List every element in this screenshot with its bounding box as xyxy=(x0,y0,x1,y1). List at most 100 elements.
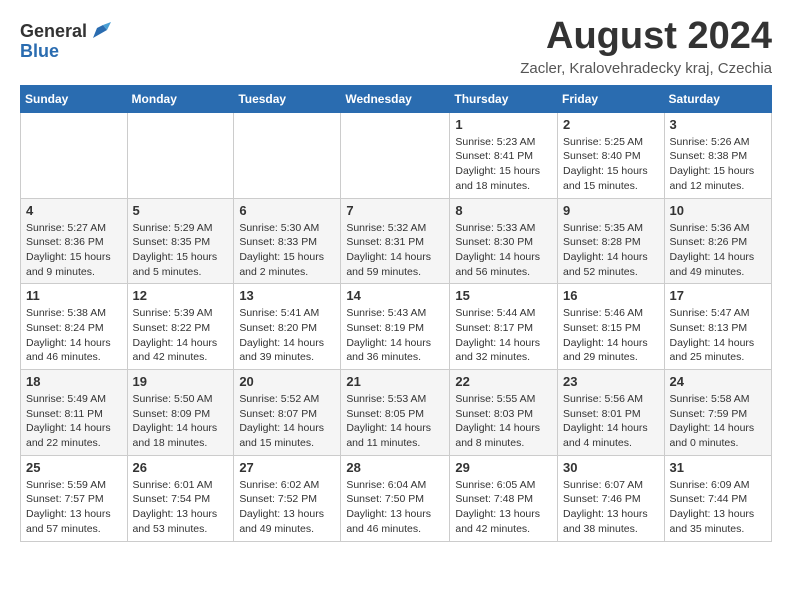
day-number: 22 xyxy=(455,374,552,389)
day-number: 16 xyxy=(563,288,659,303)
calendar-cell xyxy=(127,112,234,198)
calendar-cell: 2 Sunrise: 5:25 AMSunset: 8:40 PMDaylight… xyxy=(558,112,665,198)
day-number: 17 xyxy=(670,288,766,303)
calendar-cell: 12 Sunrise: 5:39 AMSunset: 8:22 PMDayligh… xyxy=(127,284,234,370)
day-info: Sunrise: 5:38 AMSunset: 8:24 PMDaylight:… xyxy=(26,306,122,365)
calendar-cell: 23 Sunrise: 5:56 AMSunset: 8:01 PMDayligh… xyxy=(558,370,665,456)
day-info: Sunrise: 5:46 AMSunset: 8:15 PMDaylight:… xyxy=(563,306,659,365)
page-header: General Blue August 2024 Zacler, Kralove… xyxy=(20,16,772,77)
day-info: Sunrise: 5:25 AMSunset: 8:40 PMDaylight:… xyxy=(563,135,659,194)
calendar-cell: 31Sunrise: 6:09 AMSunset: 7:44 PMDayligh… xyxy=(664,455,771,541)
day-info: Sunrise: 5:23 AMSunset: 8:41 PMDaylight:… xyxy=(455,135,552,194)
calendar-cell: 26 Sunrise: 6:01 AMSunset: 7:54 PMDayligh… xyxy=(127,455,234,541)
day-info: Sunrise: 5:27 AMSunset: 8:36 PMDaylight:… xyxy=(26,221,122,280)
day-number: 25 xyxy=(26,460,122,475)
day-info: Sunrise: 5:44 AMSunset: 8:17 PMDaylight:… xyxy=(455,306,552,365)
calendar-cell: 28Sunrise: 6:04 AMSunset: 7:50 PMDayligh… xyxy=(341,455,450,541)
calendar-cell: 19 Sunrise: 5:50 AMSunset: 8:09 PMDayligh… xyxy=(127,370,234,456)
day-info: Sunrise: 5:56 AMSunset: 8:01 PMDaylight:… xyxy=(563,392,659,451)
calendar-cell: 15 Sunrise: 5:44 AMSunset: 8:17 PMDayligh… xyxy=(450,284,558,370)
day-info: Sunrise: 6:07 AMSunset: 7:46 PMDaylight:… xyxy=(563,478,659,537)
day-info: Sunrise: 5:41 AMSunset: 8:20 PMDaylight:… xyxy=(239,306,335,365)
calendar-cell: 29 Sunrise: 6:05 AMSunset: 7:48 PMDayligh… xyxy=(450,455,558,541)
day-info: Sunrise: 5:58 AMSunset: 7:59 PMDaylight:… xyxy=(670,392,766,451)
day-info: Sunrise: 5:26 AMSunset: 8:38 PMDaylight:… xyxy=(670,135,766,194)
day-number: 29 xyxy=(455,460,552,475)
calendar-week-row: 11 Sunrise: 5:38 AMSunset: 8:24 PMDayligh… xyxy=(21,284,772,370)
calendar-week-row: 4Sunrise: 5:27 AMSunset: 8:36 PMDaylight… xyxy=(21,198,772,284)
day-number: 19 xyxy=(133,374,229,389)
day-number: 31 xyxy=(670,460,766,475)
calendar-week-row: 25 Sunrise: 5:59 AMSunset: 7:57 PMDayligh… xyxy=(21,455,772,541)
calendar-cell xyxy=(341,112,450,198)
calendar-cell: 10Sunrise: 5:36 AMSunset: 8:26 PMDayligh… xyxy=(664,198,771,284)
day-number: 26 xyxy=(133,460,229,475)
day-number: 23 xyxy=(563,374,659,389)
day-info: Sunrise: 6:01 AMSunset: 7:54 PMDaylight:… xyxy=(133,478,229,537)
day-number: 24 xyxy=(670,374,766,389)
calendar-cell xyxy=(234,112,341,198)
day-number: 9 xyxy=(563,203,659,218)
calendar-cell: 8 Sunrise: 5:33 AMSunset: 8:30 PMDaylight… xyxy=(450,198,558,284)
day-number: 11 xyxy=(26,288,122,303)
logo-general-text: General xyxy=(20,22,87,40)
logo: General Blue xyxy=(20,20,111,62)
day-number: 13 xyxy=(239,288,335,303)
calendar-cell: 27 Sunrise: 6:02 AMSunset: 7:52 PMDayligh… xyxy=(234,455,341,541)
logo-blue-text: Blue xyxy=(20,41,59,61)
calendar-cell: 16 Sunrise: 5:46 AMSunset: 8:15 PMDayligh… xyxy=(558,284,665,370)
weekday-header-monday: Monday xyxy=(127,85,234,112)
day-number: 20 xyxy=(239,374,335,389)
calendar-cell: 6Sunrise: 5:30 AMSunset: 8:33 PMDaylight… xyxy=(234,198,341,284)
day-number: 18 xyxy=(26,374,122,389)
calendar-cell: 21Sunrise: 5:53 AMSunset: 8:05 PMDayligh… xyxy=(341,370,450,456)
day-info: Sunrise: 5:32 AMSunset: 8:31 PMDaylight:… xyxy=(346,221,444,280)
day-info: Sunrise: 6:05 AMSunset: 7:48 PMDaylight:… xyxy=(455,478,552,537)
calendar-week-row: 1 Sunrise: 5:23 AMSunset: 8:41 PMDaylight… xyxy=(21,112,772,198)
calendar-cell: 20 Sunrise: 5:52 AMSunset: 8:07 PMDayligh… xyxy=(234,370,341,456)
day-number: 7 xyxy=(346,203,444,218)
calendar-cell: 17 Sunrise: 5:47 AMSunset: 8:13 PMDayligh… xyxy=(664,284,771,370)
calendar-cell: 22 Sunrise: 5:55 AMSunset: 8:03 PMDayligh… xyxy=(450,370,558,456)
day-info: Sunrise: 5:55 AMSunset: 8:03 PMDaylight:… xyxy=(455,392,552,451)
day-number: 3 xyxy=(670,117,766,132)
calendar-cell: 3 Sunrise: 5:26 AMSunset: 8:38 PMDaylight… xyxy=(664,112,771,198)
calendar-cell: 25 Sunrise: 5:59 AMSunset: 7:57 PMDayligh… xyxy=(21,455,128,541)
calendar-cell: 7 Sunrise: 5:32 AMSunset: 8:31 PMDaylight… xyxy=(341,198,450,284)
calendar-cell: 11 Sunrise: 5:38 AMSunset: 8:24 PMDayligh… xyxy=(21,284,128,370)
day-number: 12 xyxy=(133,288,229,303)
day-number: 30 xyxy=(563,460,659,475)
weekday-header-row: SundayMondayTuesdayWednesdayThursdayFrid… xyxy=(21,85,772,112)
day-number: 27 xyxy=(239,460,335,475)
day-number: 15 xyxy=(455,288,552,303)
day-info: Sunrise: 6:02 AMSunset: 7:52 PMDaylight:… xyxy=(239,478,335,537)
calendar-cell: 14Sunrise: 5:43 AMSunset: 8:19 PMDayligh… xyxy=(341,284,450,370)
calendar-cell: 9 Sunrise: 5:35 AMSunset: 8:28 PMDaylight… xyxy=(558,198,665,284)
weekday-header-saturday: Saturday xyxy=(664,85,771,112)
weekday-header-thursday: Thursday xyxy=(450,85,558,112)
day-number: 2 xyxy=(563,117,659,132)
weekday-header-wednesday: Wednesday xyxy=(341,85,450,112)
day-info: Sunrise: 5:50 AMSunset: 8:09 PMDaylight:… xyxy=(133,392,229,451)
day-info: Sunrise: 5:47 AMSunset: 8:13 PMDaylight:… xyxy=(670,306,766,365)
day-number: 1 xyxy=(455,117,552,132)
day-info: Sunrise: 5:52 AMSunset: 8:07 PMDaylight:… xyxy=(239,392,335,451)
day-info: Sunrise: 5:29 AMSunset: 8:35 PMDaylight:… xyxy=(133,221,229,280)
day-number: 21 xyxy=(346,374,444,389)
calendar-cell: 4Sunrise: 5:27 AMSunset: 8:36 PMDaylight… xyxy=(21,198,128,284)
calendar-cell: 30 Sunrise: 6:07 AMSunset: 7:46 PMDayligh… xyxy=(558,455,665,541)
day-number: 6 xyxy=(239,203,335,218)
day-info: Sunrise: 5:39 AMSunset: 8:22 PMDaylight:… xyxy=(133,306,229,365)
day-info: Sunrise: 5:49 AMSunset: 8:11 PMDaylight:… xyxy=(26,392,122,451)
month-year-title: August 2024 xyxy=(520,16,772,58)
calendar-cell: 5Sunrise: 5:29 AMSunset: 8:35 PMDaylight… xyxy=(127,198,234,284)
weekday-header-tuesday: Tuesday xyxy=(234,85,341,112)
day-number: 10 xyxy=(670,203,766,218)
day-info: Sunrise: 5:43 AMSunset: 8:19 PMDaylight:… xyxy=(346,306,444,365)
day-info: Sunrise: 5:59 AMSunset: 7:57 PMDaylight:… xyxy=(26,478,122,537)
day-info: Sunrise: 5:35 AMSunset: 8:28 PMDaylight:… xyxy=(563,221,659,280)
day-info: Sunrise: 5:33 AMSunset: 8:30 PMDaylight:… xyxy=(455,221,552,280)
calendar-table: SundayMondayTuesdayWednesdayThursdayFrid… xyxy=(20,85,772,542)
calendar-cell: 13 Sunrise: 5:41 AMSunset: 8:20 PMDayligh… xyxy=(234,284,341,370)
day-number: 8 xyxy=(455,203,552,218)
